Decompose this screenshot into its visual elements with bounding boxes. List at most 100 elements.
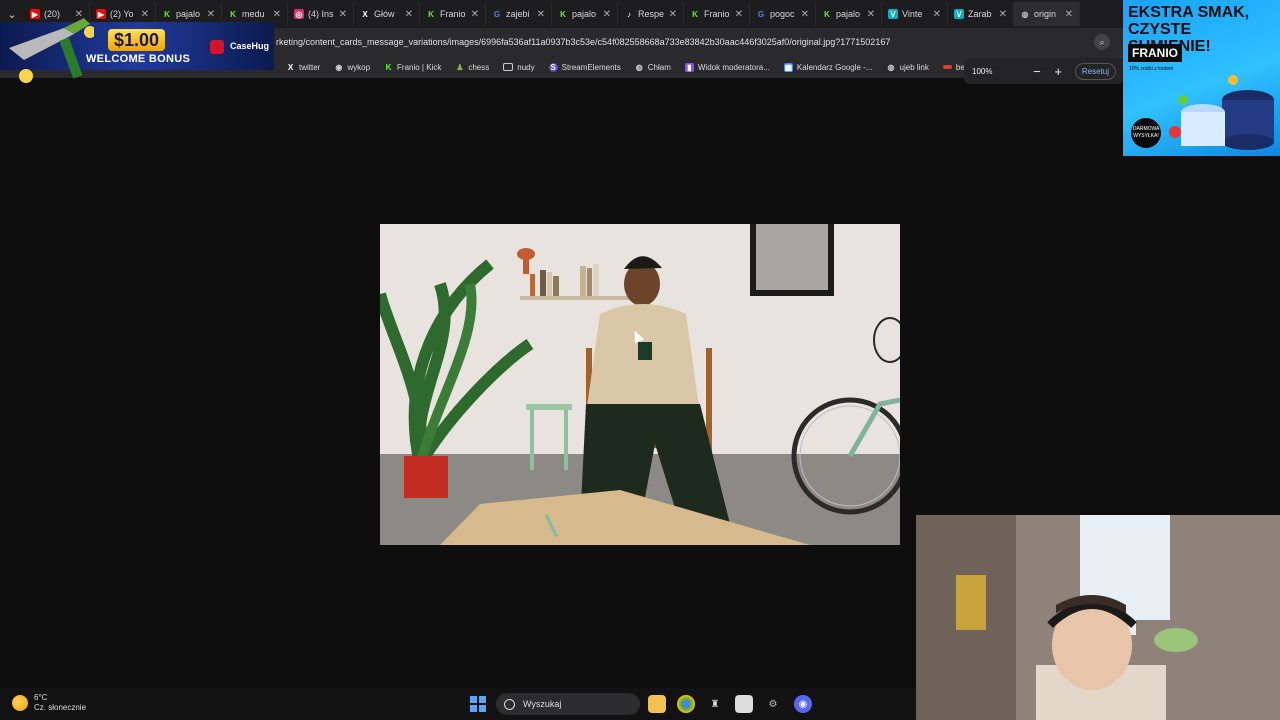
bookmark-franio-kick[interactable]: K Franio | Kick [384,62,442,72]
zoom-in-button[interactable]: + [1048,64,1069,79]
bookmark-label: Franio | Kick [397,62,442,72]
bookmark-label: wykop [347,62,371,72]
instagram-icon: ◎ [294,9,304,19]
tab-13[interactable]: Kpajalo ✕ [816,2,882,26]
bookmark-label: StreamElements [561,62,621,72]
close-icon[interactable]: ✕ [1065,9,1073,20]
kick-icon: K [385,62,392,72]
knife-icon [9,18,94,83]
ad-right-badge: DARMOWA WYSYŁKA! [1131,118,1161,148]
taskbar-search[interactable]: Wyszukaj [496,693,640,715]
close-icon[interactable]: ✕ [603,9,611,20]
tab-7[interactable]: K Franio ✕ [420,2,486,26]
tab-label: Respe [638,9,665,19]
bookmark-be[interactable]: be [942,63,965,72]
kick-icon: K [560,9,566,19]
ad-bonus-text: WELCOME BONUS [86,53,191,65]
twitch-icon: ▮ [684,62,694,72]
google-icon: G [757,9,765,19]
zoom-icon[interactable]: ⌕ [1094,34,1110,50]
photo-scene [380,224,900,545]
chess-icon: ♟ [456,62,464,72]
weather-temperature: 6°C [34,693,48,702]
bookmark-moderator[interactable]: ▮ Widok moderatora... [684,62,770,72]
close-icon[interactable]: ✕ [405,9,413,20]
bookmark-chlam[interactable]: ◍ Chłam [635,63,671,72]
screen: ⌄ ▶ (20) ✕ ▶ (2) Yo ✕ Kpajalo ✕ Kmedu ✕ ◎ (4) I… [0,0,1280,720]
zoom-reset-button[interactable]: Resetuj [1074,62,1116,80]
tab-16-active[interactable]: ◍ origin ✕ [1014,2,1080,26]
close-icon[interactable]: ✕ [537,9,545,20]
close-icon[interactable]: ✕ [339,9,347,20]
tab-8[interactable]: Gzajebi ✕ [486,2,552,26]
bookmark-twitter[interactable]: Xtwitter [286,63,321,72]
bookmark-chess[interactable]: ♟ chess [455,63,489,72]
casehug-ad-overlay: $1.00 WELCOME BONUS CaseHug [0,0,274,84]
bookmark-calendar[interactable]: ▦ Kalendarz Google -... [783,62,873,72]
close-icon[interactable]: ✕ [669,9,677,20]
close-icon[interactable]: ✕ [999,9,1007,20]
search-placeholder: Wyszukaj [523,699,562,709]
google-icon: G [493,9,501,19]
url-text[interactable]: rketing/content_cards_message_variations… [276,37,890,47]
close-icon[interactable]: ✕ [867,9,875,20]
franio-ad-overlay: EKSTRA SMAK, CZYSTE SUMIENIE! FRANIO 10%… [1123,0,1280,156]
zoom-out-button[interactable]: − [1026,64,1047,79]
tab-5[interactable]: ◎ (4) Ins ✕ [288,2,354,26]
tab-10[interactable]: ♪ Respe ✕ [618,2,684,26]
close-icon[interactable]: ✕ [801,9,809,20]
chrome-icon[interactable] [677,695,695,713]
bookmark-label: chess [468,62,490,72]
wykop-icon: ◉ [335,62,343,72]
folder-icon [503,63,514,71]
tiktok-icon: ♪ [627,9,631,19]
bookmark-label: nudy [517,62,535,72]
main-image [380,224,900,545]
bookmark-label: Chłam [647,62,671,72]
file-explorer-icon[interactable] [648,695,666,713]
tab-label: Vinte [902,9,923,19]
app-icon[interactable]: ♜ [706,695,724,713]
vinted-icon: V [888,9,898,19]
close-icon[interactable]: ✕ [471,9,479,20]
settings-icon[interactable]: ⚙ [764,695,782,713]
tab-label: zajebi [506,9,530,19]
calendar-icon: ▦ [783,62,793,72]
globe-icon: ◍ [1021,9,1029,19]
bookmark-streamelements[interactable]: S StreamElements [548,62,621,72]
ad-brand-name: CaseHug [230,41,270,51]
tab-label: Głów [374,9,395,19]
kick-icon: K [824,9,830,19]
tab-14[interactable]: V Vinte ✕ [882,2,948,26]
tab-6[interactable]: X Głów ✕ [354,2,420,26]
casehug-logo-icon [210,40,224,54]
bookmark-nudy[interactable]: nudy [503,62,535,72]
tab-12[interactable]: Gpogoc ✕ [750,2,816,26]
webcam-scene [916,515,1280,720]
screenshot-tool-icon[interactable] [735,695,753,713]
kick-icon: K [692,9,698,19]
x-icon: X [362,9,368,19]
globe-icon: ◍ [887,62,895,72]
kick-icon: K [428,9,434,19]
close-icon[interactable]: ✕ [735,9,743,20]
tab-label: (4) Ins [308,9,334,19]
tab-15[interactable]: V Zarab ✕ [948,2,1014,26]
weather-widget[interactable]: 6°C Cz. słonecznie [12,693,86,713]
tab-label: origin [1034,9,1057,19]
tab-11[interactable]: K Franio ✕ [684,2,750,26]
bookmark-ujeb-link[interactable]: ◍ ujeb link [887,63,929,72]
bookmark-wykop[interactable]: ◉ wykop [334,63,370,72]
taskbar: 6°C Cz. słonecznie Wyszukaj ♜ ⚙ ◉ [0,688,916,720]
vinted-icon: V [954,9,964,19]
windows-start-icon[interactable] [469,695,487,713]
bookmark-label: Kalendarz Google -... [796,62,873,72]
close-icon[interactable]: ✕ [933,9,941,20]
tab-9[interactable]: Kpajalo ✕ [552,2,618,26]
tab-label: pogoc [770,9,795,19]
search-icon [504,698,515,710]
tab-label: pajalo [836,9,861,19]
tab-label: Zarab [968,9,992,19]
tab-label: pajalo [572,9,597,19]
discord-icon[interactable]: ◉ [794,695,812,713]
